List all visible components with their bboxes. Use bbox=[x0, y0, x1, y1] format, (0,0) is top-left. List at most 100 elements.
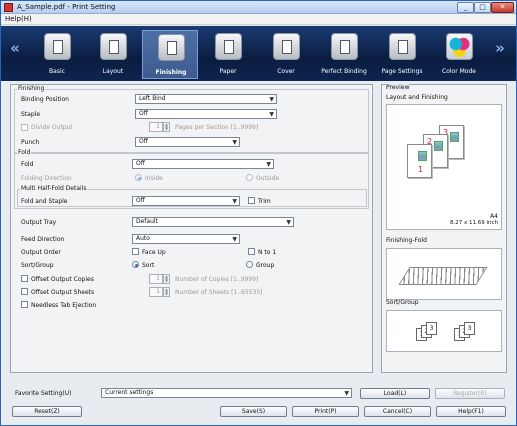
tab-perfect-binding[interactable]: Perfect Binding bbox=[316, 30, 372, 79]
sort-page-3b: 3 bbox=[464, 322, 475, 335]
tab-layout-label: Layout bbox=[102, 68, 124, 75]
chevron-down-icon: ▼ bbox=[232, 139, 237, 146]
feed-direction-select[interactable]: Auto ▼ bbox=[132, 234, 240, 244]
number-of-sheets-input[interactable]: 1 bbox=[149, 287, 163, 297]
binding-position-label: Binding Position bbox=[21, 96, 69, 103]
reset-button[interactable]: Reset(Z) bbox=[12, 406, 82, 417]
tab-paper-label: Paper bbox=[219, 68, 237, 75]
chevron-down-icon: ▼ bbox=[232, 198, 237, 205]
offset-output-copies-checkbox[interactable] bbox=[21, 275, 28, 282]
fold-preview bbox=[386, 248, 502, 300]
chevron-down-icon: ▼ bbox=[344, 390, 349, 397]
multi-half-fold-legend: Multi Half-Fold Details bbox=[20, 185, 88, 192]
inside-label: Inside bbox=[145, 175, 163, 182]
number-of-copies-label: Number of Copies [1..9999] bbox=[175, 276, 259, 283]
tab-paper[interactable]: Paper bbox=[200, 30, 256, 79]
number-of-copies-spinner[interactable]: ▲ ▼ bbox=[163, 274, 170, 284]
pages-per-section-input[interactable]: 1 bbox=[149, 122, 163, 132]
tab-basic[interactable]: Basic bbox=[29, 30, 85, 79]
favorite-setting-select[interactable]: Current settings ▼ bbox=[101, 388, 352, 398]
fold-and-staple-label: Fold and Staple bbox=[21, 198, 68, 205]
chevron-down-icon: ▼ bbox=[286, 219, 291, 226]
staple-select[interactable]: Off ▼ bbox=[135, 109, 277, 119]
image-icon bbox=[434, 141, 443, 151]
staple-label: Staple bbox=[21, 111, 41, 118]
print-button[interactable]: Print(P) bbox=[292, 406, 359, 417]
layout-and-finishing-label: Layout and Finishing bbox=[386, 94, 448, 101]
scroll-left-arrow-icon[interactable]: « bbox=[8, 39, 22, 59]
punch-select[interactable]: Off ▼ bbox=[135, 137, 240, 147]
tab-perfect-binding-label: Perfect Binding bbox=[321, 68, 367, 75]
fold-legend: Fold bbox=[17, 149, 32, 156]
image-icon bbox=[450, 132, 459, 142]
save-button[interactable]: Save(S) bbox=[220, 406, 287, 417]
menu-help[interactable]: Help(H) bbox=[5, 15, 32, 23]
cancel-button[interactable]: Cancel(C) bbox=[364, 406, 431, 417]
load-button[interactable]: Load(L) bbox=[360, 388, 430, 399]
chevron-down-icon: ▼ bbox=[269, 111, 274, 118]
register-button[interactable]: Register(R) bbox=[435, 388, 505, 399]
sort-radio[interactable] bbox=[132, 261, 139, 268]
tab-basic-label: Basic bbox=[49, 68, 65, 75]
close-button[interactable]: ✕ bbox=[491, 2, 514, 13]
trim-label: Trim bbox=[258, 198, 271, 205]
number-of-sheets-spinner[interactable]: ▲ ▼ bbox=[163, 287, 170, 297]
group-radio[interactable] bbox=[246, 261, 253, 268]
image-icon bbox=[418, 151, 427, 161]
cover-icon bbox=[273, 33, 300, 60]
divide-output-label: Divide Output bbox=[31, 124, 73, 131]
finishing-legend: Finishing bbox=[17, 85, 46, 92]
outside-radio[interactable] bbox=[246, 174, 253, 181]
finishing-icon bbox=[158, 34, 185, 61]
fold-and-staple-select[interactable]: Off ▼ bbox=[132, 196, 240, 206]
divide-output-checkbox[interactable] bbox=[21, 124, 28, 131]
tab-page-settings[interactable]: Page Settings bbox=[374, 30, 430, 79]
number-of-copies-input[interactable]: 1 bbox=[149, 274, 163, 284]
sort-label: Sort bbox=[142, 262, 155, 269]
perfect-binding-icon bbox=[331, 33, 358, 60]
fold-select[interactable]: Off ▼ bbox=[132, 159, 274, 169]
offset-output-copies-label: Offset Output Copies bbox=[31, 276, 94, 283]
sort-group-preview-label: Sort/Group bbox=[386, 299, 419, 306]
binding-position-select[interactable]: Left Bind ▼ bbox=[135, 94, 277, 104]
offset-output-sheets-checkbox[interactable] bbox=[21, 288, 28, 295]
sort-group-preview: 1 2 3 1 2 3 bbox=[386, 310, 502, 352]
window-title: A_Sample.pdf - Print Setting bbox=[17, 3, 116, 11]
tab-color-mode[interactable]: Color Mode bbox=[431, 30, 487, 79]
tab-finishing-label: Finishing bbox=[155, 69, 187, 76]
n-to-1-checkbox[interactable] bbox=[248, 248, 255, 255]
chevron-down-icon: ▼ bbox=[269, 96, 274, 103]
title-bar: A_Sample.pdf - Print Setting _ □ ✕ bbox=[1, 1, 516, 14]
favorite-setting-label: Favorite Setting(U) bbox=[15, 390, 72, 397]
help-button[interactable]: Help(F1) bbox=[436, 406, 506, 417]
offset-output-sheets-label: Offset Output Sheets bbox=[31, 289, 95, 296]
output-order-label: Output Order bbox=[21, 249, 61, 256]
fold-label: Fold bbox=[21, 161, 34, 168]
punch-label: Punch bbox=[21, 139, 40, 146]
inside-radio[interactable] bbox=[135, 174, 142, 181]
preview-legend: Preview bbox=[386, 84, 410, 91]
scroll-right-arrow-icon[interactable]: » bbox=[493, 39, 507, 59]
settings-panel: Finishing Binding Position Left Bind ▼ St… bbox=[10, 84, 373, 373]
color-mode-icon bbox=[446, 33, 473, 60]
print-setting-window: A_Sample.pdf - Print Setting _ □ ✕ Help(… bbox=[0, 0, 517, 426]
output-tray-select[interactable]: Default ▼ bbox=[132, 217, 294, 227]
needless-tab-ejection-checkbox[interactable] bbox=[21, 301, 28, 308]
tab-finishing[interactable]: Finishing bbox=[142, 30, 198, 79]
sort-page-3: 3 bbox=[426, 322, 437, 335]
pages-per-section-spinner[interactable]: ▲ ▼ bbox=[163, 122, 170, 132]
tab-cover[interactable]: Cover bbox=[258, 30, 314, 79]
paper-icon bbox=[215, 33, 242, 60]
face-up-checkbox[interactable] bbox=[132, 248, 139, 255]
outside-label: Outside bbox=[256, 175, 280, 182]
sort-group-label: Sort/Group bbox=[21, 262, 54, 269]
trim-checkbox[interactable] bbox=[248, 197, 255, 204]
category-toolbar: « Basic Layout Finishing Paper Cover Per… bbox=[1, 26, 516, 81]
n-to-1-label: N to 1 bbox=[258, 249, 277, 256]
minimize-button[interactable]: _ bbox=[457, 2, 474, 13]
maximize-button[interactable]: □ bbox=[474, 2, 491, 13]
tab-layout[interactable]: Layout bbox=[85, 30, 141, 79]
paper-size: A4 bbox=[490, 213, 498, 220]
chevron-down-icon: ▼ bbox=[232, 236, 237, 243]
finishing-fold-label: Finishing-Fold bbox=[386, 237, 427, 244]
